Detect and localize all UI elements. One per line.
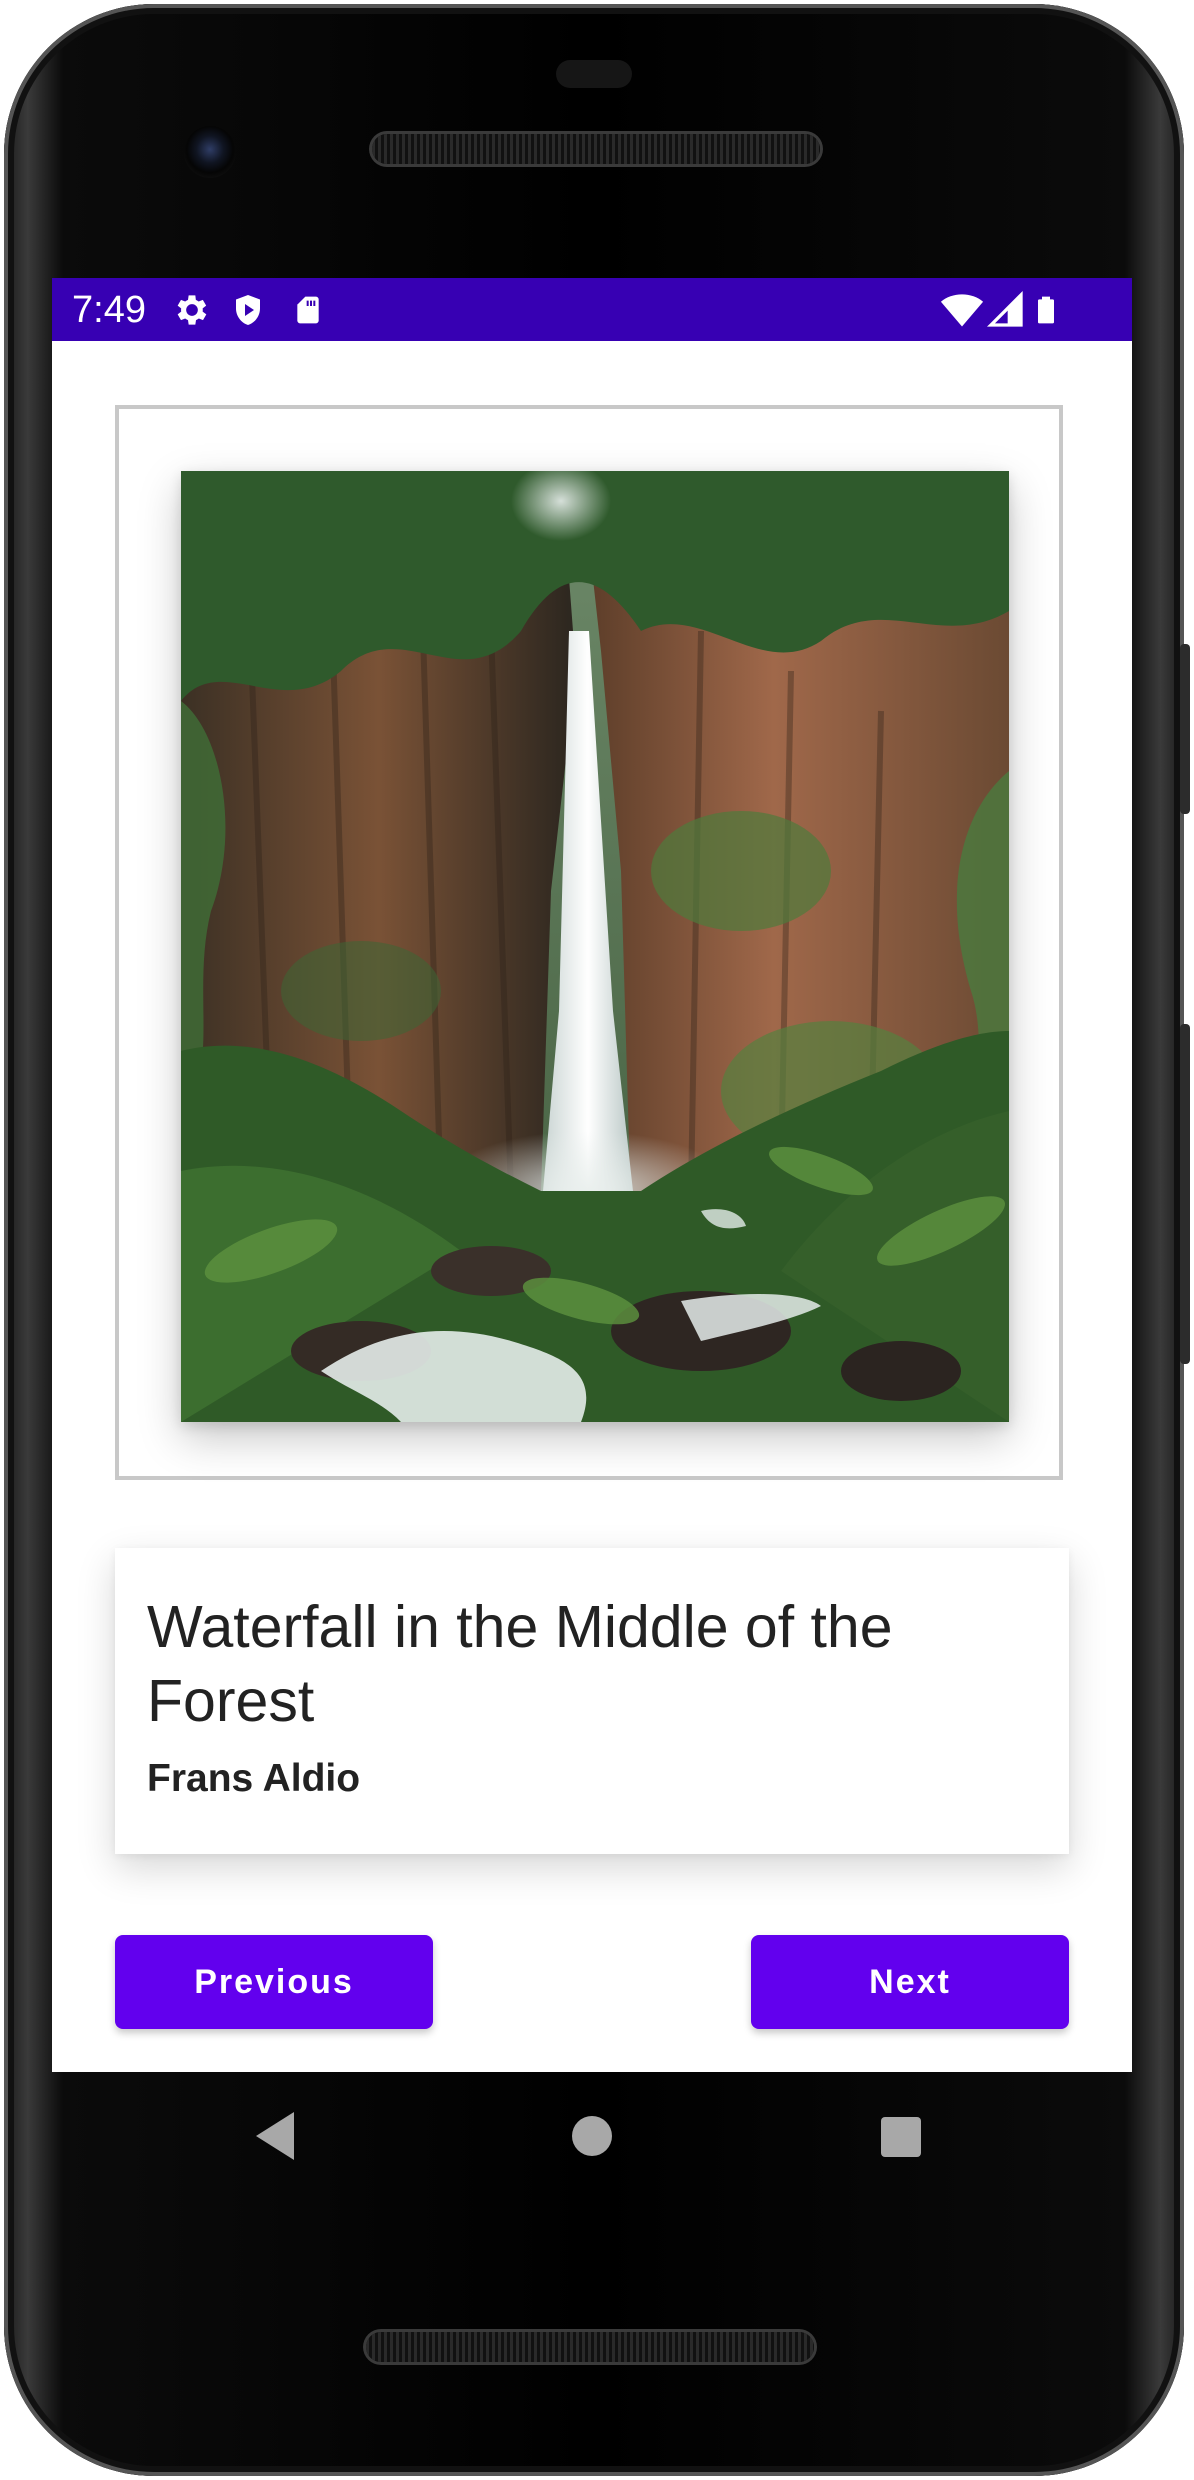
artwork-info-card: Waterfall in the Middle of the Forest Fr… bbox=[115, 1548, 1069, 1854]
sd-card-icon bbox=[297, 296, 319, 324]
status-bar: 7:49 bbox=[52, 278, 1132, 341]
earpiece bbox=[556, 60, 632, 88]
wifi-icon bbox=[940, 294, 984, 327]
artwork-artist: Frans Aldio bbox=[147, 1757, 361, 1800]
gear-icon bbox=[177, 295, 207, 325]
top-speaker bbox=[372, 134, 820, 164]
artwork-title: Waterfall in the Middle of the Forest bbox=[147, 1594, 893, 1734]
home-icon[interactable] bbox=[570, 2114, 614, 2158]
front-camera bbox=[184, 126, 236, 178]
volume-button bbox=[1180, 1024, 1190, 1364]
app-screen: 7:49 Waterfall in the Middle of the Fore… bbox=[52, 278, 1132, 2072]
waterfall-photo bbox=[181, 471, 1009, 1422]
shield-play-icon bbox=[236, 295, 260, 325]
bottom-speaker bbox=[366, 2332, 814, 2362]
recents-icon[interactable] bbox=[880, 2116, 922, 2158]
next-button[interactable]: Next bbox=[751, 1935, 1069, 2029]
cell-signal-icon bbox=[986, 290, 1023, 327]
battery-icon bbox=[1038, 296, 1054, 324]
previous-button[interactable]: Previous bbox=[115, 1935, 433, 2029]
power-button bbox=[1180, 644, 1190, 814]
artwork-image bbox=[181, 471, 1009, 1422]
status-time: 7:49 bbox=[72, 289, 146, 331]
artwork-frame bbox=[115, 405, 1063, 1480]
back-icon[interactable] bbox=[250, 2108, 300, 2164]
